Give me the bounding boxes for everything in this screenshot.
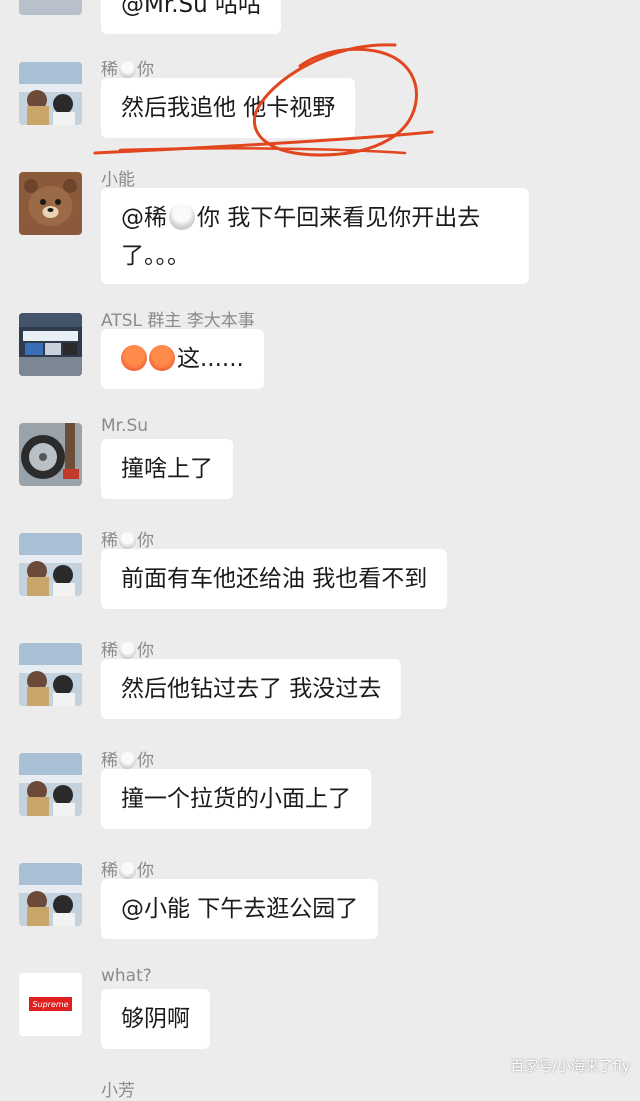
message-bubble[interactable]: @小能 下午去逛公园了 [101, 879, 379, 939]
message-text: 然后我追他 他卡视野 [121, 95, 336, 121]
sender-name: what? [101, 966, 152, 986]
watermark: 百家号/小海来了fly [510, 1059, 630, 1075]
message-text: 够阴啊 [121, 1006, 190, 1032]
sender-name: 稀你 [101, 531, 154, 551]
message-text: 然后他钻过去了 我没过去 [121, 676, 382, 702]
mention-text: @稀 [121, 205, 167, 231]
flushed-emoji-icon [149, 345, 175, 371]
avatar[interactable] [19, 533, 82, 596]
chat-message: 稀你 前面有车他还给油 我也看不到 [0, 531, 640, 643]
message-text: 撞一个拉货的小面上了 [121, 786, 351, 812]
moon-emoji-icon [119, 532, 136, 549]
message-bubble[interactable]: @稀你 我下午回来看见你开出去了。。。 [101, 188, 529, 284]
supreme-logo-text: Supreme [32, 1000, 68, 1009]
message-text: 撞啥上了 [121, 456, 213, 482]
moon-emoji-icon [119, 61, 136, 78]
message-bubble[interactable]: 然后他钻过去了 我没过去 [101, 659, 402, 719]
sender-name: Mr.Su [101, 416, 149, 436]
message-bubble[interactable]: 够阴啊 [101, 989, 210, 1049]
chat-message: Mr.Su 撞啥上了 [0, 416, 640, 533]
avatar[interactable] [19, 0, 82, 15]
sender-name: 稀你 [101, 751, 154, 771]
message-bubble[interactable]: 前面有车他还给油 我也看不到 [101, 549, 448, 609]
message-bubble[interactable]: 撞啥上了 [101, 439, 233, 499]
sender-name: 稀你 [101, 641, 154, 661]
sender-name: 稀你 [101, 861, 154, 881]
moon-emoji-icon [119, 862, 136, 879]
avatar[interactable] [19, 62, 82, 125]
message-text: 这...... [177, 346, 244, 372]
message-bubble[interactable]: 这...... [101, 329, 264, 389]
chat-message: 稀你 然后他钻过去了 我没过去 [0, 641, 640, 753]
chat-message: 稀你 撞一个拉货的小面上了 [0, 751, 640, 863]
avatar[interactable] [19, 863, 82, 926]
avatar[interactable] [19, 172, 82, 235]
chat-message: 稀你 然后我追他 他卡视野 [0, 60, 640, 172]
moon-emoji-icon [119, 752, 136, 769]
flushed-emoji-icon [121, 345, 147, 371]
avatar[interactable] [19, 753, 82, 816]
sender-name: ATSL 群主 李大本事 [101, 311, 255, 331]
moon-emoji-icon [169, 204, 195, 230]
avatar[interactable]: Supreme [19, 973, 82, 1036]
message-text: @Mr.Su 咕咕 [121, 0, 261, 18]
avatar[interactable] [19, 423, 82, 486]
message-text: @小能 下午去逛公园了 [121, 896, 359, 922]
message-bubble[interactable]: 然后我追他 他卡视野 [101, 78, 356, 138]
message-bubble[interactable]: @Mr.Su 咕咕 [101, 0, 281, 34]
chat-message: 稀你 @小能 下午去逛公园了 [0, 861, 640, 973]
sender-name: 小能 [101, 170, 135, 190]
chat-message: ATSL 群主 李大本事 这...... [0, 311, 640, 423]
moon-emoji-icon [119, 642, 136, 659]
avatar[interactable] [19, 313, 82, 376]
message-text: 前面有车他还给油 我也看不到 [121, 566, 428, 592]
chat-message: 小能 @稀你 我下午回来看见你开出去了。。。 [0, 170, 640, 284]
message-bubble[interactable]: 撞一个拉货的小面上了 [101, 769, 371, 829]
avatar[interactable] [19, 643, 82, 706]
sender-name-partial: 小芳 [101, 1081, 135, 1101]
sender-name: 稀你 [101, 60, 154, 80]
